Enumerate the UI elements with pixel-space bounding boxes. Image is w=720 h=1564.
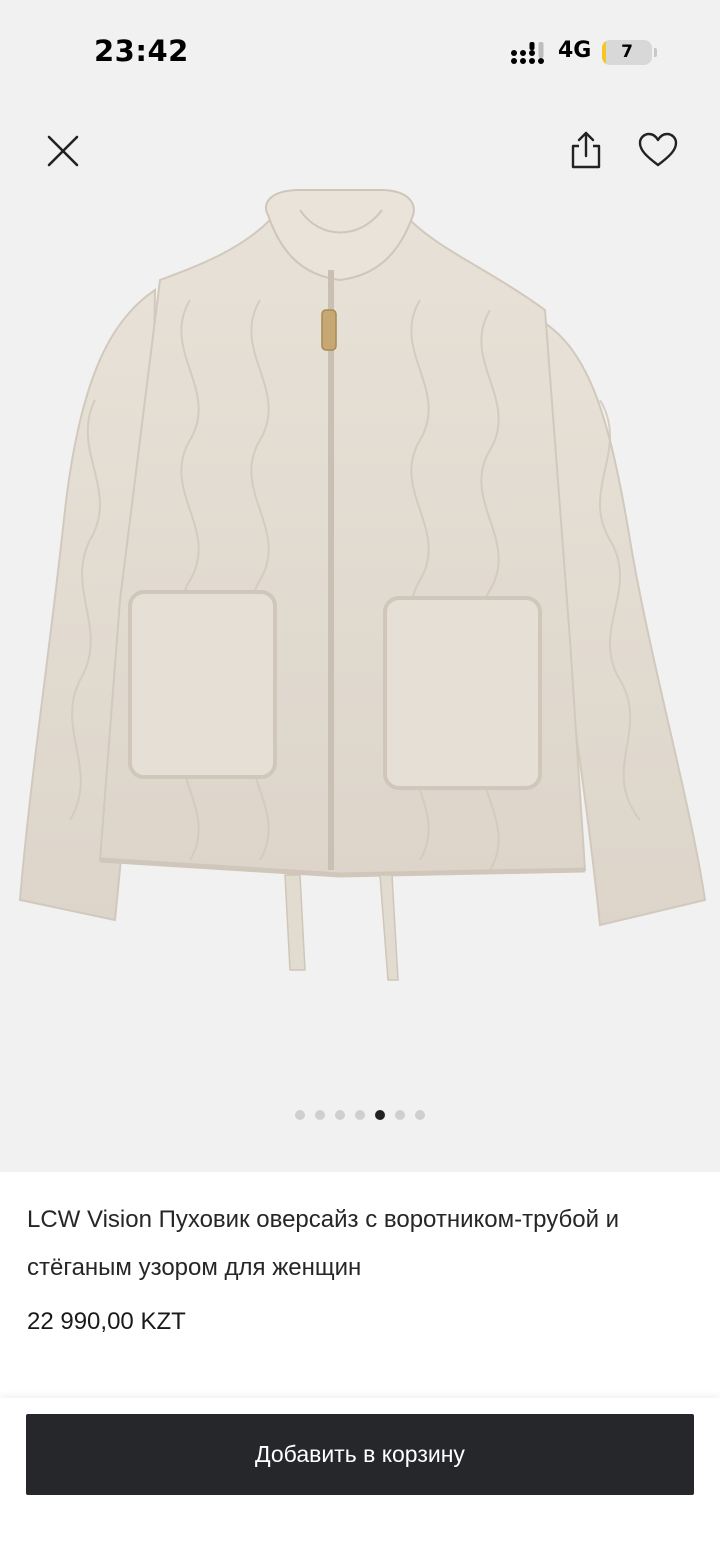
- pagination-dot[interactable]: [355, 1110, 365, 1120]
- close-button[interactable]: [35, 123, 91, 179]
- bottom-action-bar: Добавить в корзину: [0, 1398, 720, 1564]
- product-image[interactable]: [0, 180, 720, 1000]
- pagination-dot[interactable]: [315, 1110, 325, 1120]
- pagination-dot[interactable]: [395, 1110, 405, 1120]
- battery-icon: 7: [602, 40, 652, 65]
- heart-icon: [638, 132, 678, 167]
- share-button[interactable]: [558, 122, 614, 178]
- close-icon: [47, 135, 79, 167]
- pagination-dot[interactable]: [375, 1110, 385, 1120]
- favorite-button[interactable]: [630, 122, 686, 178]
- pagination-dot[interactable]: [295, 1110, 305, 1120]
- pagination-dot[interactable]: [335, 1110, 345, 1120]
- status-bar: 23:42 4G 7: [0, 0, 720, 100]
- share-icon: [571, 131, 601, 169]
- pagination-dot[interactable]: [415, 1110, 425, 1120]
- product-price: 22 990,00 KZT: [27, 1308, 186, 1335]
- image-pagination: [0, 1110, 720, 1122]
- status-time: 23:42: [94, 34, 189, 68]
- add-to-cart-button[interactable]: Добавить в корзину: [26, 1414, 694, 1495]
- battery-level: 7: [621, 42, 633, 62]
- network-type-label: 4G: [558, 38, 592, 63]
- cellular-signal-icon: [511, 42, 544, 64]
- product-title: LCW Vision Пуховик оверсайз с воротником…: [27, 1206, 620, 1281]
- battery-tip: [654, 48, 657, 57]
